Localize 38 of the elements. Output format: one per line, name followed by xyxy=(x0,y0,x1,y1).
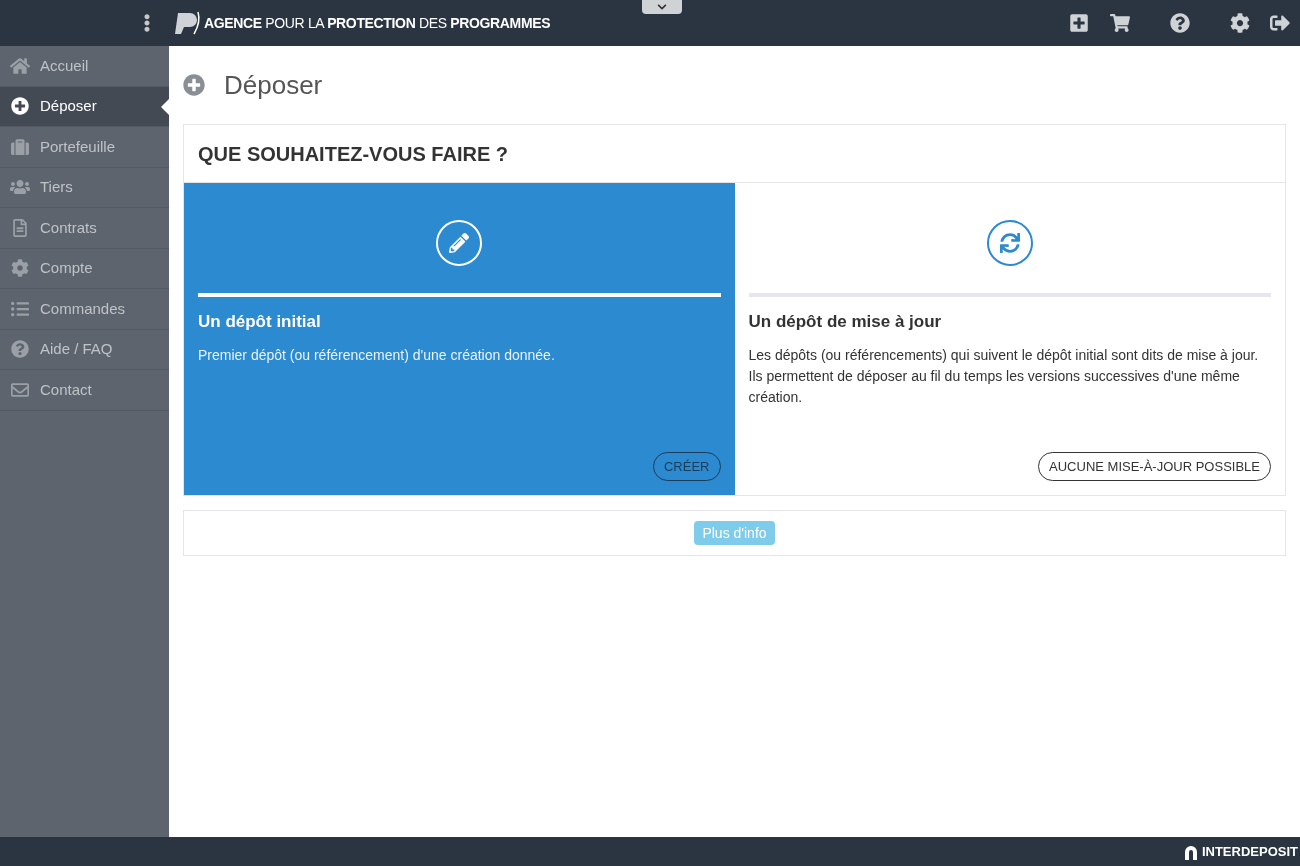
info-button[interactable]: Plus d'info xyxy=(694,521,775,545)
users-icon xyxy=(10,178,30,197)
collapse-tab[interactable] xyxy=(642,0,682,14)
option-title: Un dépôt initial xyxy=(198,311,322,333)
logo-icon xyxy=(172,11,202,35)
logo-text: AGENCE POUR LA PROTECTION DES PROGRAMMES xyxy=(204,13,551,33)
settings-icon xyxy=(10,259,30,278)
option-description: Les dépôts (ou référencements) qui suivent le dépôt initial sont dits de mise à jour. Ils permettent de déposer au fil du temps les versions successives d'une même création. xyxy=(748,345,1260,407)
add-icon[interactable] xyxy=(1069,13,1089,33)
sidebar-item[interactable]: Déposer xyxy=(0,86,169,127)
sidebar-item[interactable]: Portefeuille xyxy=(0,127,169,168)
list-icon xyxy=(10,299,30,318)
help-icon[interactable] xyxy=(1170,13,1190,33)
pencil-icon xyxy=(436,220,483,266)
option-title: Un dépôt de mise à jour xyxy=(748,311,943,333)
option-card[interactable]: Un dépôt initial Premier dépôt (ou référencement) d'une création donnée. CRÉER xyxy=(184,183,735,495)
sidebar-item[interactable]: Aide / FAQ xyxy=(0,329,169,370)
document-icon xyxy=(10,218,30,237)
sidebar-item[interactable]: Compte xyxy=(0,248,169,289)
cart-icon[interactable] xyxy=(1110,13,1130,33)
envelope-icon xyxy=(10,380,30,399)
help-icon xyxy=(10,340,30,359)
active-pointer xyxy=(161,98,169,115)
logout-icon[interactable] xyxy=(1270,13,1290,33)
settings-icon[interactable] xyxy=(1230,13,1250,33)
briefcase-icon xyxy=(10,137,30,156)
page-title: Déposer xyxy=(224,68,323,102)
footer-brand: INTERDEPOSIT xyxy=(1201,842,1298,861)
option-description: Premier dépôt (ou référencement) d'une création donnée. xyxy=(198,345,556,365)
sidebar-item[interactable]: Contrats xyxy=(0,208,169,249)
sidebar-item[interactable]: Accueil xyxy=(0,46,169,87)
refresh-icon xyxy=(986,220,1033,266)
sidebar-item[interactable]: Tiers xyxy=(0,167,169,208)
sidebar-item[interactable]: Commandes xyxy=(0,289,169,330)
home-icon xyxy=(10,56,30,75)
sidebar-item[interactable]: Contact xyxy=(0,370,169,411)
menu-icon[interactable] xyxy=(142,14,152,32)
chevron-down-icon xyxy=(657,2,667,12)
